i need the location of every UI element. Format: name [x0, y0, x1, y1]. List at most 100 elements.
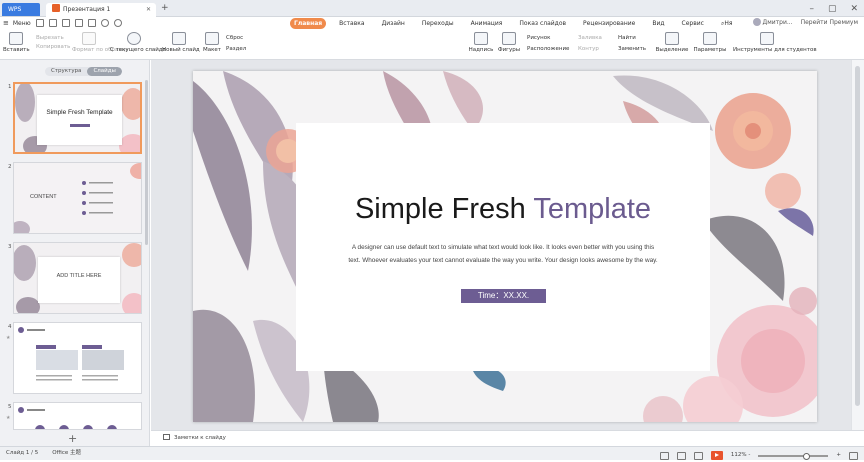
copy-button[interactable]: Копировать	[36, 44, 70, 50]
arrange-button[interactable]: Расположение	[527, 46, 569, 52]
notes-label: Заметки к слайду	[174, 435, 226, 441]
fit-window-icon[interactable]	[849, 451, 858, 460]
textbox-icon	[474, 32, 488, 45]
find-button[interactable]: Найти	[618, 35, 636, 41]
student-tools-button[interactable]: Инструменты для студентов	[733, 32, 817, 53]
slide-thumbnail-5[interactable]	[13, 402, 142, 430]
params-button[interactable]: Параметры	[693, 32, 727, 53]
user-account[interactable]: Дмитри...	[752, 18, 793, 26]
shapes-icon	[502, 32, 516, 45]
thumbnail-title: ADD TITLE HERE	[56, 273, 102, 279]
slide-number: 1	[8, 84, 12, 90]
scrollbar-thumb[interactable]	[855, 66, 860, 406]
zoom-level[interactable]: 112% -	[731, 449, 750, 462]
undo-icon[interactable]	[101, 19, 109, 27]
thumbnail-card: Simple Fresh Template	[37, 95, 122, 145]
animation-star-icon: ★	[6, 415, 11, 421]
fill-button[interactable]: Заливка	[578, 35, 602, 41]
select-icon	[665, 32, 679, 45]
cut-button[interactable]: Вырезать	[36, 35, 64, 41]
premium-link[interactable]: Перейти Премиум	[801, 19, 858, 26]
reset-button[interactable]: Сброс	[226, 35, 243, 41]
quick-access-toolbar	[36, 19, 122, 27]
slide-title-accent: Template	[533, 193, 652, 225]
notes-bar[interactable]: Заметки к слайду	[151, 430, 864, 446]
open-icon[interactable]	[36, 19, 44, 27]
status-left: Слайд 1 / 5 Office 主题	[6, 447, 81, 460]
outline-button[interactable]: Контур	[578, 46, 599, 52]
slide-canvas: Simple Fresh Template A designer can use…	[151, 60, 851, 430]
zoom-slider[interactable]	[758, 452, 829, 460]
ribbon-tab[interactable]: Главная	[290, 18, 327, 29]
layout-icon	[205, 32, 219, 45]
window-close-icon[interactable]: ✕	[850, 4, 858, 14]
close-tab-icon[interactable]: ✕	[146, 3, 151, 17]
from-current-label: С текущего слайда	[110, 47, 166, 53]
ribbon-tab[interactable]: Сервис	[678, 18, 708, 29]
wps-office-tab[interactable]: WPS Office	[2, 3, 40, 26]
main-menu-button[interactable]: ≡ Меню	[3, 19, 31, 27]
search-tab[interactable]: ⌕Ня	[717, 18, 737, 29]
tab-outline[interactable]: Структура	[45, 67, 87, 76]
export-icon[interactable]	[62, 19, 70, 27]
document-tab[interactable]: Презентация 1 ✕	[46, 3, 156, 17]
new-slide-label: Новый слайд	[162, 47, 200, 53]
thumbnail-card: ADD TITLE HERE	[38, 257, 120, 303]
slide-body-text[interactable]: A designer can use default text to simul…	[346, 242, 660, 267]
theme-name: Office 主题	[52, 450, 82, 456]
maximize-icon[interactable]: ▢	[828, 4, 837, 14]
slide-thumbnail-3[interactable]: ADD TITLE HERE	[13, 242, 142, 314]
print-icon[interactable]	[75, 19, 83, 27]
from-current-slide-button[interactable]: С текущего слайда	[110, 32, 166, 53]
new-slide-button[interactable]: Новый слайд	[162, 32, 200, 53]
textbox-button[interactable]: Надпись	[468, 32, 494, 53]
select-button[interactable]: Выделение	[655, 32, 689, 53]
shapes-button[interactable]: Фигуры	[497, 32, 521, 53]
picture-button[interactable]: Рисунок	[527, 35, 550, 41]
ribbon-tab[interactable]: Вид	[648, 18, 668, 29]
slide-thumbnail-2[interactable]: CONTENT	[13, 162, 142, 234]
new-tab-button[interactable]: +	[161, 3, 169, 14]
format-painter-button[interactable]: Формат по образцу	[72, 32, 128, 53]
ribbon-tab[interactable]: Показ слайдов	[515, 18, 570, 29]
panel-scrollbar[interactable]	[145, 80, 148, 245]
current-slide[interactable]: Simple Fresh Template A designer can use…	[193, 71, 817, 422]
ribbon-tab[interactable]: Переходы	[418, 18, 458, 29]
redo-icon[interactable]	[114, 19, 122, 27]
canvas-scrollbar[interactable]	[851, 60, 864, 430]
title-bar: WPS Office Презентация 1 ✕ + – ▢ ✕	[0, 0, 864, 26]
sorter-view-icon[interactable]	[676, 451, 686, 460]
slide-number: 5	[8, 404, 12, 410]
layout-button[interactable]: Макет	[200, 32, 224, 53]
reading-view-icon[interactable]	[693, 451, 703, 460]
home-ribbon: Вставить Вырезать Копировать Формат по о…	[0, 30, 864, 83]
slide-time-label[interactable]: Time：XX.XX.	[461, 289, 546, 303]
slide-number: 4	[8, 324, 12, 330]
search-tab-label: Ня	[724, 20, 733, 27]
slide-thumbnail-4[interactable]	[13, 322, 142, 394]
student-tools-label: Инструменты для студентов	[733, 47, 817, 53]
replace-button[interactable]: Заменить	[618, 46, 646, 52]
slide-title[interactable]: Simple Fresh Template	[296, 193, 710, 226]
tab-slides[interactable]: Слайды	[87, 67, 122, 76]
ribbon-tab[interactable]: Рецензирование	[579, 18, 639, 29]
section-button[interactable]: Раздел	[226, 46, 246, 52]
ribbon-tab[interactable]: Вставка	[335, 18, 368, 29]
thumbnail-time-bar	[69, 124, 90, 127]
zoom-in-icon[interactable]: +	[836, 449, 841, 462]
paste-button[interactable]: Вставить	[3, 32, 30, 53]
thumbnail-title: CONTENT	[30, 194, 57, 200]
preview-icon[interactable]	[88, 19, 96, 27]
normal-view-icon[interactable]	[659, 451, 669, 460]
add-slide-button[interactable]: +	[68, 432, 77, 445]
paste-icon	[9, 32, 23, 45]
slide-thumbnail-1[interactable]: Simple Fresh Template	[13, 82, 142, 154]
ribbon-tab[interactable]: Анимация	[467, 18, 507, 29]
save-icon[interactable]	[49, 19, 57, 27]
minimize-icon[interactable]: –	[809, 4, 814, 14]
slideshow-icon[interactable]	[710, 451, 723, 460]
ribbon-tab[interactable]: Дизайн	[378, 18, 409, 29]
hamburger-icon: ≡	[3, 19, 9, 27]
menu-bar: ≡ Меню Главная Вставка Дизайн Переходы Анима…	[0, 17, 864, 30]
slide-title-main: Simple Fresh	[354, 193, 534, 225]
